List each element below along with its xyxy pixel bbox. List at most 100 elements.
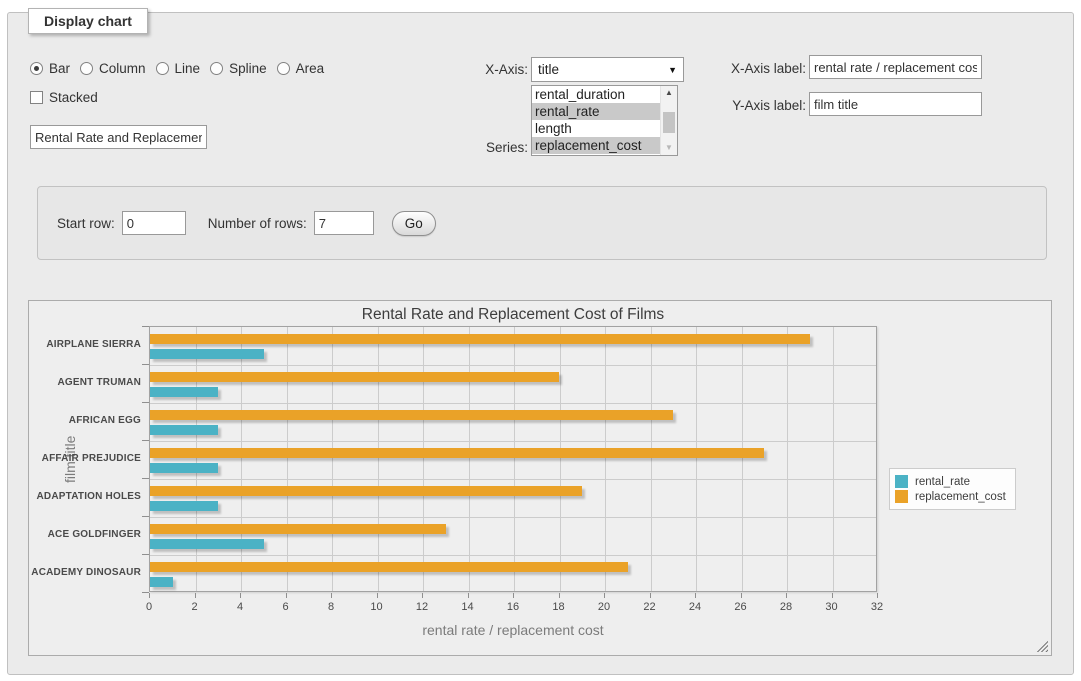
x-tick-mark (786, 593, 787, 598)
x-tick-mark (604, 593, 605, 598)
stacked-checkbox[interactable] (30, 91, 43, 104)
grid-line (423, 327, 424, 591)
y-tick-mark (142, 516, 149, 517)
grid-line (241, 327, 242, 591)
grid-line (833, 327, 834, 591)
category-label: AFRICAN EGG (29, 402, 141, 440)
bar-replacement_cost (150, 334, 810, 344)
scroll-down-icon[interactable]: ▼ (661, 141, 677, 155)
radio-icon[interactable] (80, 62, 93, 75)
series-option-rental_duration[interactable]: rental_duration (532, 86, 660, 103)
bar-rental_rate (150, 349, 264, 359)
radio-icon[interactable] (30, 62, 43, 75)
y-tick-mark (142, 364, 149, 365)
legend-label: rental_rate (915, 476, 970, 488)
grid-line (651, 327, 652, 591)
x-axis-selected-value: title (538, 62, 559, 77)
legend-item-replacement_cost: replacement_cost (895, 490, 1006, 503)
series-option-replacement_cost[interactable]: replacement_cost (532, 137, 660, 154)
x-tick-label: 18 (542, 601, 576, 613)
radio-label: Bar (49, 61, 70, 76)
chart-container: Rental Rate and Replacement Cost of Film… (28, 300, 1052, 656)
legend-swatch (895, 490, 908, 503)
y-axis-label-input[interactable] (809, 92, 982, 116)
page: Display chart BarColumnLineSplineArea St… (0, 0, 1081, 681)
chart-type-radio-bar[interactable]: Bar (30, 61, 70, 76)
x-tick-mark (331, 593, 332, 598)
radio-label: Area (296, 61, 325, 76)
radio-label: Line (175, 61, 201, 76)
grid-line (514, 327, 515, 591)
plot-area (149, 326, 877, 592)
chart-type-radio-spline[interactable]: Spline (210, 61, 267, 76)
x-tick-mark (741, 593, 742, 598)
x-tick-mark (468, 593, 469, 598)
grid-line (150, 441, 876, 442)
chart-type-radio-area[interactable]: Area (277, 61, 325, 76)
legend-label: replacement_cost (915, 491, 1006, 503)
series-option-length[interactable]: length (532, 120, 660, 137)
bar-rental_rate (150, 387, 218, 397)
num-rows-label: Number of rows: (208, 216, 307, 231)
radio-icon[interactable] (156, 62, 169, 75)
x-tick-label: 2 (178, 601, 212, 613)
x-tick-label: 28 (769, 601, 803, 613)
stacked-row: Stacked (30, 89, 98, 105)
x-tick-mark (286, 593, 287, 598)
chart-title-input[interactable] (30, 125, 207, 149)
bar-replacement_cost (150, 372, 559, 382)
series-option-rental_rate[interactable]: rental_rate (532, 103, 660, 120)
x-tick-mark (650, 593, 651, 598)
grid-line (150, 555, 876, 556)
x-tick-label: 22 (633, 601, 667, 613)
grid-line (196, 327, 197, 591)
bar-replacement_cost (150, 448, 764, 458)
series-scrollbar[interactable]: ▲ ▼ (660, 86, 677, 155)
radio-icon[interactable] (210, 62, 223, 75)
series-multiselect[interactable]: rental_durationrental_ratelengthreplacem… (531, 85, 678, 156)
go-button[interactable]: Go (392, 211, 436, 236)
x-tick-label: 8 (314, 601, 348, 613)
bar-replacement_cost (150, 486, 582, 496)
grid-line (787, 327, 788, 591)
x-axis-label-input[interactable] (809, 55, 982, 79)
x-tick-mark (559, 593, 560, 598)
y-axis-label-field-label: Y-Axis label: (700, 98, 806, 113)
x-tick-mark (877, 593, 878, 598)
grid-line (378, 327, 379, 591)
category-label: ACADEMY DINOSAUR (29, 554, 141, 592)
grid-line (469, 327, 470, 591)
grid-line (560, 327, 561, 591)
x-tick-label: 16 (496, 601, 530, 613)
scrollbar-thumb[interactable] (663, 112, 675, 133)
radio-icon[interactable] (277, 62, 290, 75)
chart-title: Rental Rate and Replacement Cost of Film… (149, 306, 877, 324)
x-tick-mark (832, 593, 833, 598)
start-row-input[interactable] (122, 211, 186, 235)
scroll-up-icon[interactable]: ▲ (661, 86, 677, 100)
x-tick-mark (695, 593, 696, 598)
category-label: AIRPLANE SIERRA (29, 326, 141, 364)
x-tick-mark (422, 593, 423, 598)
x-tick-label: 6 (269, 601, 303, 613)
bar-replacement_cost (150, 562, 628, 572)
x-axis-select[interactable]: title ▼ (531, 57, 684, 82)
y-tick-mark (142, 592, 149, 593)
chart-type-radio-line[interactable]: Line (156, 61, 201, 76)
bar-rental_rate (150, 501, 218, 511)
x-tick-label: 12 (405, 601, 439, 613)
num-rows-input[interactable] (314, 211, 374, 235)
y-tick-mark (142, 554, 149, 555)
bar-rental_rate (150, 463, 218, 473)
chart-type-radio-group: Bar Column Line Spline Area (30, 60, 328, 76)
x-tick-mark (149, 593, 150, 598)
bar-replacement_cost (150, 410, 673, 420)
x-tick-label: 4 (223, 601, 257, 613)
y-tick-mark (142, 478, 149, 479)
radio-label: Column (99, 61, 146, 76)
x-axis-title: rental rate / replacement cost (149, 622, 877, 638)
chart-type-radio-column[interactable]: Column (80, 61, 146, 76)
chevron-down-icon: ▼ (668, 65, 677, 75)
resize-handle-icon[interactable] (1036, 640, 1048, 652)
y-tick-mark (142, 402, 149, 403)
